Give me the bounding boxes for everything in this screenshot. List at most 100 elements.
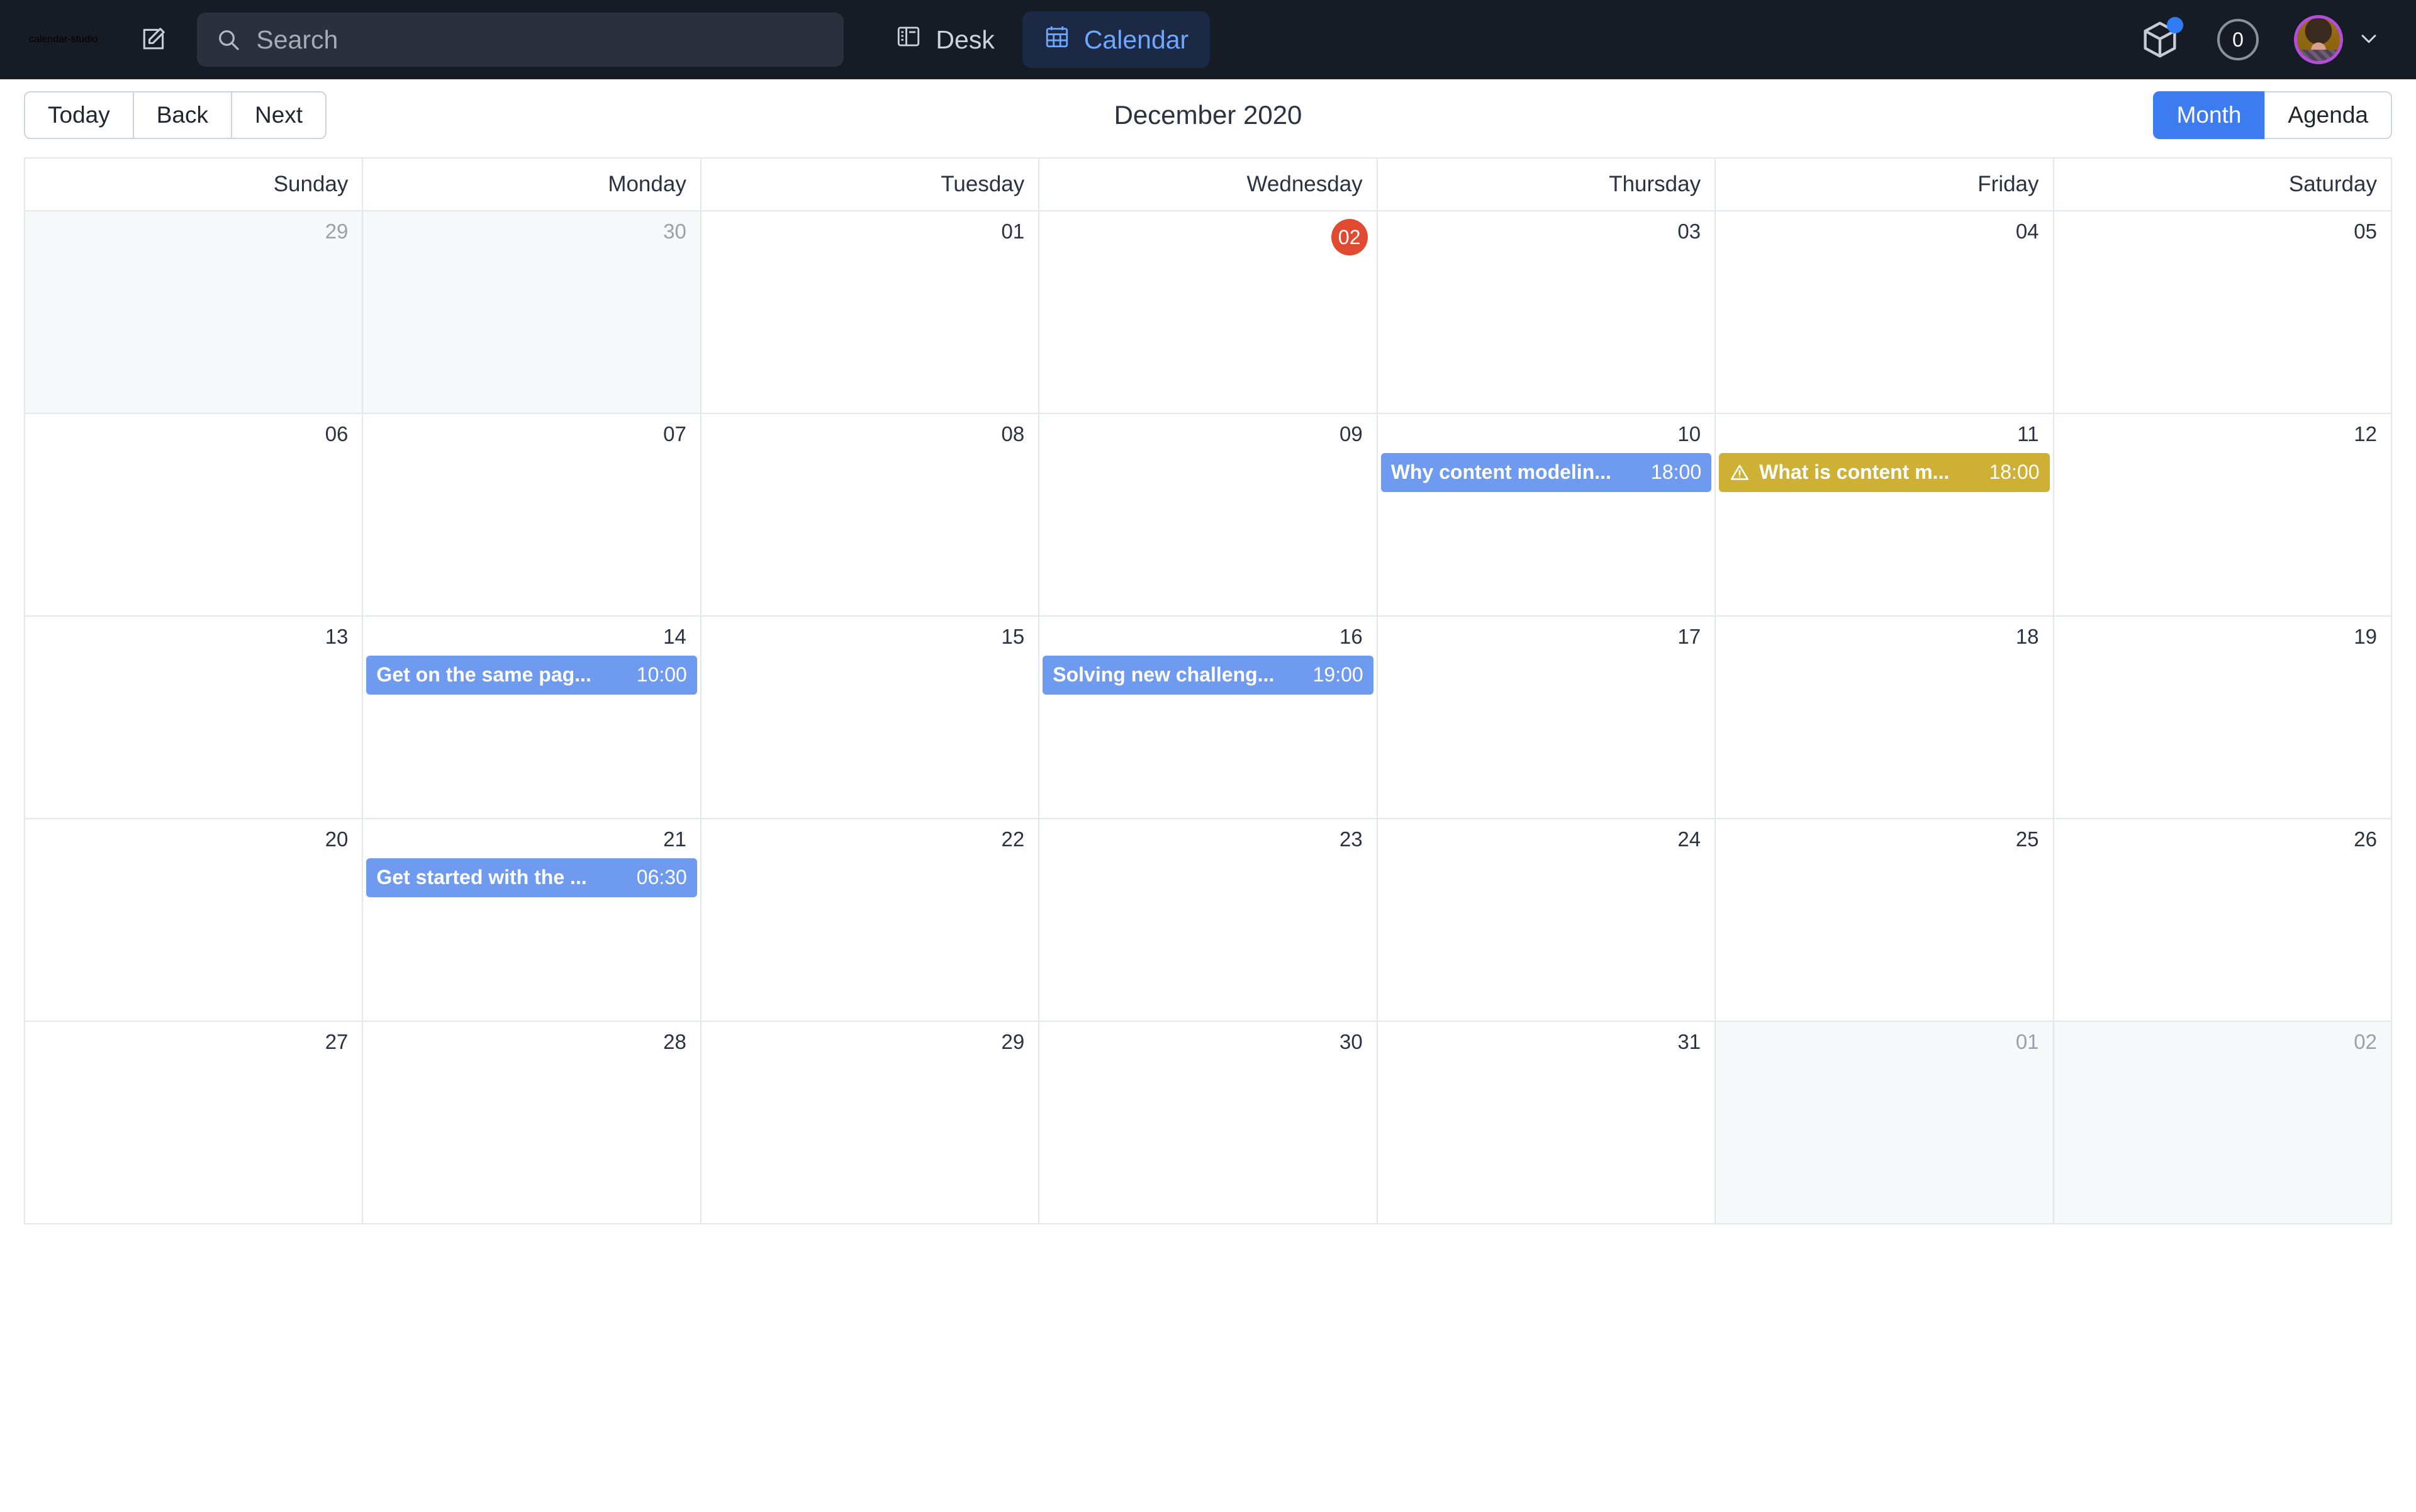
calendar-week-row: 27 28 29 30 31 01 02 <box>25 1022 2392 1224</box>
calendar-day-cell[interactable]: 26 <box>2054 819 2392 1022</box>
calendar-event-title: Why content modelin... <box>1390 461 1611 484</box>
calendar-day-cell[interactable]: 10 Why content modelin... 18:00 <box>1377 414 1716 617</box>
day-number: 01 <box>1001 220 1025 243</box>
day-number: 25 <box>2015 827 2039 851</box>
nav-tab-desk[interactable]: Desk <box>874 11 1015 68</box>
avatar <box>2294 15 2343 64</box>
day-number: 01 <box>2015 1030 2039 1053</box>
day-number: 15 <box>1001 625 1025 648</box>
calendar-weeks: 29 30 01 02 03 04 05 06 07 08 09 10 Why content mode… <box>25 211 2392 1224</box>
day-events: What is content m... 18:00 <box>1716 447 2052 492</box>
top-navbar: calendar-studio Search Desk Calendar 0 <box>0 0 2416 79</box>
calendar-day-cell[interactable]: 02 <box>1039 211 1378 414</box>
user-menu[interactable] <box>2294 15 2380 64</box>
calendar-week-row: 29 30 01 02 03 04 05 <box>25 211 2392 414</box>
navbar-right-actions: 0 <box>2138 15 2380 64</box>
calendar-event[interactable]: Solving new challeng... 19:00 <box>1043 655 1373 695</box>
day-of-week-header: Wednesday <box>1039 159 1378 211</box>
calendar-day-cell[interactable]: 05 <box>2054 211 2392 414</box>
day-number: 24 <box>1677 827 1701 851</box>
calendar-day-cell[interactable]: 15 <box>701 617 1040 819</box>
desk-layout-icon <box>895 23 922 56</box>
calendar-day-cell[interactable]: 30 <box>1039 1022 1378 1224</box>
calendar-event[interactable]: Get started with the ... 06:30 <box>366 858 697 897</box>
day-events: Get started with the ... 06:30 <box>363 852 700 897</box>
nav-tab-calendar[interactable]: Calendar <box>1022 11 1211 68</box>
calendar-event[interactable]: What is content m... 18:00 <box>1719 452 2050 492</box>
calendar-day-cell[interactable]: 29 <box>701 1022 1040 1224</box>
day-number: 09 <box>1339 422 1363 445</box>
calendar-day-cell[interactable]: 03 <box>1377 211 1716 414</box>
calendar-week-row: 06 07 08 09 10 Why content modelin... 18:00 11 W… <box>25 414 2392 617</box>
calendar-day-cell[interactable]: 22 <box>701 819 1040 1022</box>
notification-count-badge[interactable]: 0 <box>2217 19 2259 60</box>
day-number: 12 <box>2354 422 2377 445</box>
day-number: 21 <box>663 827 686 851</box>
calendar-event[interactable]: Why content modelin... 18:00 <box>1380 452 1712 492</box>
search-input[interactable] <box>256 25 825 55</box>
calendar-day-cell[interactable]: 07 <box>363 414 702 617</box>
calendar-day-cell[interactable]: 27 <box>25 1022 364 1224</box>
brand-title: calendar-studio <box>29 34 98 45</box>
calendar-day-cell[interactable]: 19 <box>2054 617 2392 819</box>
calendar-event[interactable]: Get on the same pag... 10:00 <box>366 655 697 695</box>
view-month-button[interactable]: Month <box>2152 91 2265 139</box>
day-number: 29 <box>325 220 349 243</box>
nav-tab-desk-label: Desk <box>936 25 995 54</box>
day-number: 23 <box>1339 827 1363 851</box>
calendar-day-cell[interactable]: 31 <box>1377 1022 1716 1224</box>
calendar-day-cell[interactable]: 13 <box>25 617 364 819</box>
back-button[interactable]: Back <box>133 91 232 139</box>
calendar-day-cell[interactable]: 12 <box>2054 414 2392 617</box>
day-number: 19 <box>2354 625 2377 648</box>
calendar-day-cell[interactable]: 11 What is content m... 18:00 <box>1716 414 2054 617</box>
day-number: 26 <box>2354 827 2377 851</box>
calendar-day-cell[interactable]: 08 <box>701 414 1040 617</box>
calendar-day-cell[interactable]: 20 <box>25 819 364 1022</box>
calendar-event-time: 19:00 <box>1312 663 1363 686</box>
day-number: 04 <box>2015 220 2039 243</box>
calendar-day-cell[interactable]: 02 <box>2054 1022 2392 1224</box>
day-of-week-header: Tuesday <box>701 159 1040 211</box>
day-number: 08 <box>1001 422 1025 445</box>
calendar-day-cell[interactable]: 01 <box>701 211 1040 414</box>
calendar-day-cell[interactable]: 24 <box>1377 819 1716 1022</box>
day-number: 30 <box>1339 1030 1363 1053</box>
today-date-badge[interactable]: 02 <box>1331 219 1368 255</box>
calendar-day-cell[interactable]: 30 <box>363 211 702 414</box>
calendar-day-cell[interactable]: 14 Get on the same pag... 10:00 <box>363 617 702 819</box>
package-badge-dot <box>2167 17 2183 33</box>
calendar-day-cell[interactable]: 25 <box>1716 819 2054 1022</box>
calendar-day-cell[interactable]: 18 <box>1716 617 2054 819</box>
day-number: 11 <box>2017 422 2039 445</box>
calendar-day-cell[interactable]: 21 Get started with the ... 06:30 <box>363 819 702 1022</box>
compose-edit-icon[interactable] <box>130 17 176 62</box>
calendar-day-cell[interactable]: 28 <box>363 1022 702 1224</box>
search-icon <box>216 27 241 52</box>
next-button[interactable]: Next <box>232 91 327 139</box>
day-number: 06 <box>325 422 349 445</box>
calendar-event-title: What is content m... <box>1759 461 1950 484</box>
warning-triangle-icon <box>1729 462 1750 483</box>
nav-tab-calendar-label: Calendar <box>1083 25 1189 54</box>
calendar-day-cell[interactable]: 06 <box>25 414 364 617</box>
search-box[interactable] <box>197 13 844 67</box>
calendar-day-cell[interactable]: 16 Solving new challeng... 19:00 <box>1039 617 1378 819</box>
day-of-week-header: Sunday <box>25 159 364 211</box>
view-agenda-button[interactable]: Agenda <box>2264 91 2392 139</box>
day-number: 03 <box>1677 220 1701 243</box>
package-box-icon[interactable] <box>2138 17 2183 62</box>
day-number: 05 <box>2354 220 2377 243</box>
day-number: 27 <box>325 1030 349 1053</box>
calendar-event-time: 18:00 <box>1651 461 1702 484</box>
day-of-week-header: Friday <box>1716 159 2054 211</box>
calendar-event-title: Solving new challeng... <box>1053 663 1275 686</box>
calendar-day-cell[interactable]: 04 <box>1716 211 2054 414</box>
calendar-day-cell[interactable]: 17 <box>1377 617 1716 819</box>
day-of-week-header: Monday <box>363 159 702 211</box>
calendar-day-cell[interactable]: 23 <box>1039 819 1378 1022</box>
today-button[interactable]: Today <box>24 91 133 139</box>
calendar-day-cell[interactable]: 29 <box>25 211 364 414</box>
calendar-day-cell[interactable]: 01 <box>1716 1022 2054 1224</box>
calendar-day-cell[interactable]: 09 <box>1039 414 1378 617</box>
